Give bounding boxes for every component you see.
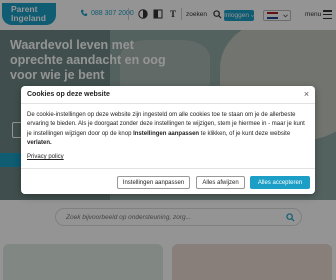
cookie-dialog: Cookies op deze website × De cookie-inst… xyxy=(21,86,315,194)
accept-all-button[interactable]: Alles accepteren xyxy=(250,176,310,189)
cookie-settings-button[interactable]: Instellingen aanpassen xyxy=(117,176,190,189)
cookie-dialog-title: Cookies op deze website xyxy=(27,91,110,98)
cookie-text-bold: verlaten. xyxy=(27,139,52,146)
divider xyxy=(21,103,315,104)
close-icon[interactable]: × xyxy=(302,90,311,99)
reject-all-button[interactable]: Alles afwijzen xyxy=(196,176,245,189)
cookie-dialog-text: De cookie-instellingen op deze website z… xyxy=(27,111,311,148)
cookie-text-bold: Instellingen aanpassen xyxy=(133,130,200,137)
cookie-text-part: te klikken, of je kunt deze website xyxy=(199,130,291,137)
divider xyxy=(21,168,315,169)
privacy-policy-link[interactable]: Privacy policy xyxy=(27,154,64,160)
